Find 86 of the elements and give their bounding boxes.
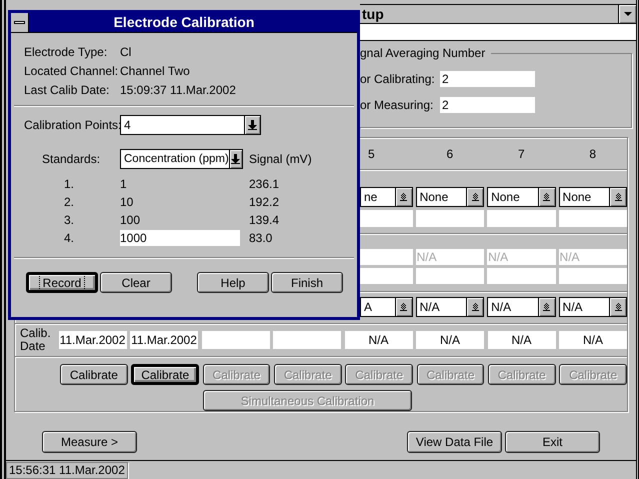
dropdown[interactable]: N/A [487, 297, 556, 317]
date-cell: N/A [488, 331, 556, 349]
date-cell: 11.Mar.2002 [58, 331, 126, 349]
signal-value: 83.0 [249, 230, 272, 247]
dropdown[interactable]: A [360, 297, 413, 317]
info-label: Located Channel: [24, 62, 120, 80]
date-cell: N/A [559, 331, 627, 349]
row-number: 1. [64, 176, 76, 193]
signal-value: 139.4 [249, 212, 280, 229]
row-number: 4. [64, 230, 76, 247]
empty-cell [273, 331, 341, 349]
input-field[interactable] [416, 268, 484, 284]
calibration-points-dropdown[interactable]: 4 [120, 115, 261, 135]
dialog-button[interactable]: View Data File [407, 431, 502, 453]
input-field[interactable] [360, 268, 413, 284]
concentration-value[interactable]: 1000 [120, 230, 240, 246]
dropdown[interactable]: None [558, 187, 627, 207]
input-field[interactable] [487, 268, 556, 284]
input-field[interactable] [416, 210, 484, 227]
input-field[interactable] [360, 210, 413, 227]
dotted-arrow-icon [472, 303, 479, 311]
info-label: Electrode Type: [24, 44, 108, 60]
dropdown[interactable]: N/A [416, 297, 484, 317]
down-arrow-icon [248, 120, 257, 130]
input-field[interactable]: N/A [558, 249, 627, 265]
status-text: 15:56:31 11.Mar.2002 [6, 462, 128, 478]
input-field[interactable]: 2 [440, 97, 535, 113]
dropdown[interactable]: None [416, 187, 484, 207]
input-field[interactable] [360, 249, 413, 265]
input-field[interactable] [558, 210, 627, 227]
row-label: Calib. Date [20, 327, 52, 353]
concentration-value: 1 [120, 176, 128, 192]
field-label: Standards: [42, 151, 102, 168]
info-value: 15:09:37 11.Mar.2002 [120, 82, 236, 98]
measure-button[interactable]: Measure > [42, 431, 137, 453]
input-field[interactable]: N/A [416, 249, 484, 265]
dotted-arrow-icon [543, 193, 550, 201]
dotted-arrow-icon [543, 303, 550, 311]
input-field[interactable] [558, 268, 627, 284]
column-header: 6 [446, 146, 454, 162]
info-value: Cl [120, 44, 132, 60]
row-number: 2. [64, 194, 76, 211]
window-title: tup [361, 4, 385, 24]
column-header: 7 [518, 146, 525, 162]
dialog-button[interactable]: Record [26, 272, 98, 293]
calibrate-button[interactable]: Calibrate [131, 364, 200, 385]
dialog-button[interactable]: Clear [100, 272, 172, 293]
dropdown[interactable]: ne [360, 187, 413, 207]
dotted-arrow-icon [472, 193, 479, 201]
info-label: Last Calib Date: [24, 82, 110, 98]
concentration-value: 100 [120, 212, 142, 228]
empty-cell [202, 331, 270, 349]
column-header: Signal (mV) [249, 151, 312, 168]
field-label: or Calibrating: [360, 71, 436, 88]
dotted-arrow-icon [400, 303, 408, 311]
dotted-arrow-icon [614, 193, 622, 201]
field-label: Calibration Points: [24, 117, 120, 134]
calibrate-button[interactable]: Calibrate [60, 364, 128, 385]
date-cell: 11.Mar.2002 [130, 331, 198, 349]
down-triangle-icon [624, 12, 632, 16]
input-field[interactable] [487, 210, 556, 227]
dotted-arrow-icon [614, 303, 622, 311]
dialog-button[interactable]: Help [197, 272, 269, 293]
field-label: or Measuring: [360, 97, 434, 114]
dialog-button[interactable]: Finish [271, 272, 343, 293]
info-value: Channel Two [120, 62, 190, 80]
input-field[interactable]: 2 [440, 71, 535, 87]
dotted-arrow-icon [400, 193, 408, 201]
group-label: gnal Averaging Number [360, 45, 492, 61]
dialog-title: Electrode Calibration [112, 13, 256, 32]
column-header: 8 [589, 146, 596, 162]
down-arrow-icon [231, 154, 240, 164]
standards-dropdown[interactable]: Concentration (ppm) [120, 149, 243, 169]
dialog-button[interactable]: Exit [505, 431, 600, 453]
dropdown[interactable]: None [487, 187, 556, 207]
date-cell: N/A [416, 331, 484, 349]
date-cell: N/A [344, 331, 412, 349]
signal-value: 192.2 [249, 194, 280, 211]
signal-value: 236.1 [249, 176, 280, 193]
input-field[interactable]: N/A [487, 249, 556, 265]
dropdown-button[interactable] [618, 5, 636, 23]
system-menu-icon[interactable] [11, 13, 29, 32]
concentration-value: 10 [120, 194, 134, 210]
row-number: 3. [64, 212, 76, 229]
column-header: 5 [368, 146, 375, 162]
dropdown[interactable]: N/A [558, 297, 627, 317]
